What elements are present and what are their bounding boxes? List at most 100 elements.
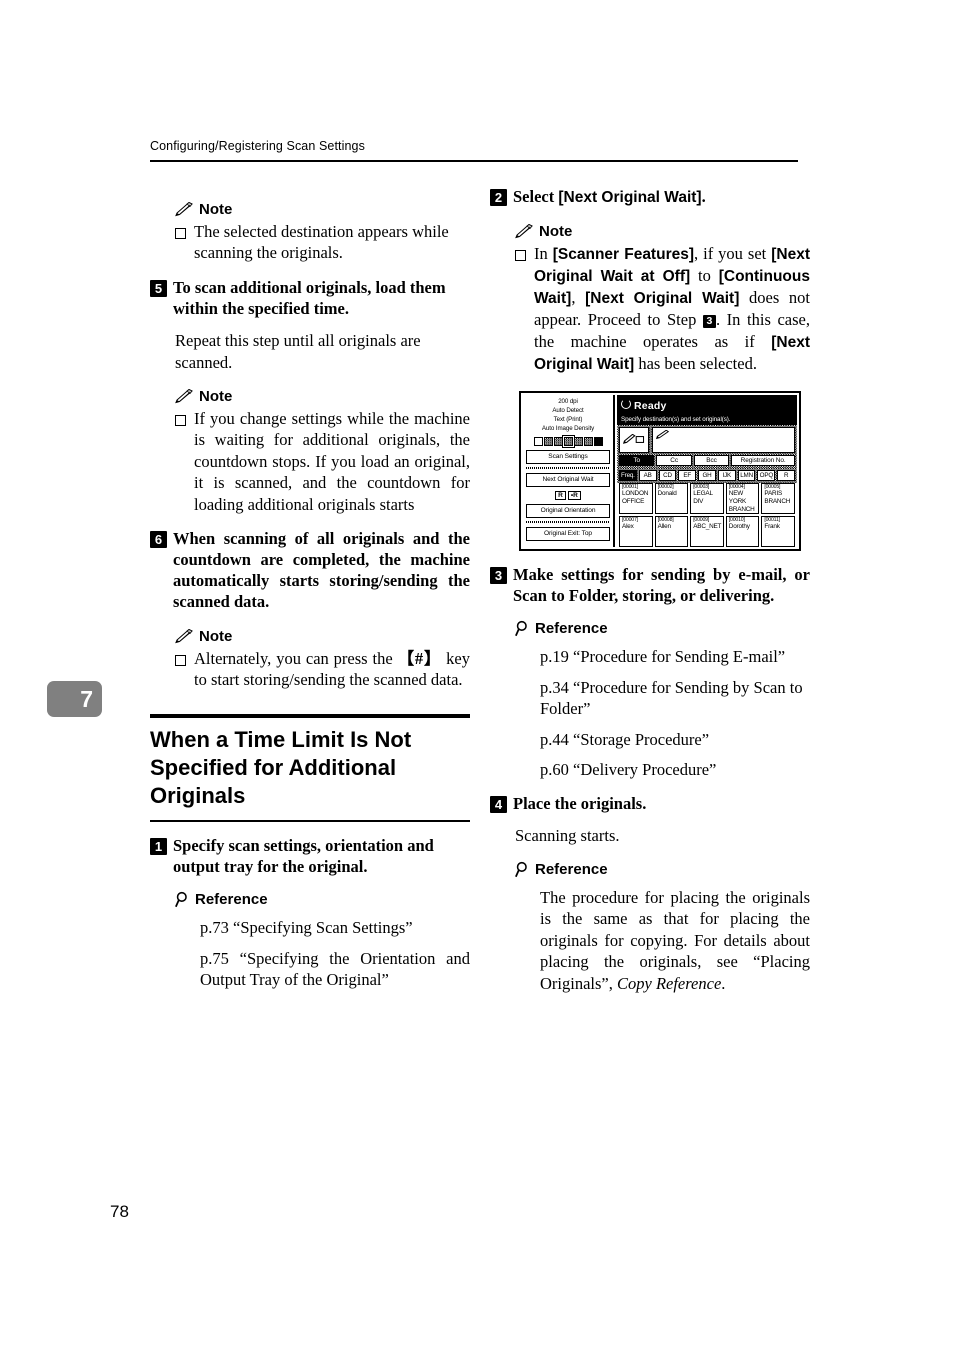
note-heading: Note <box>175 628 470 645</box>
density-step-5[interactable] <box>573 436 583 446</box>
note-label: Note <box>199 627 233 645</box>
bullet-box-icon <box>515 249 526 261</box>
lcd-inner: 200 dpi Auto Detect Text (Print) Auto Im… <box>523 394 797 547</box>
magnifier-icon <box>175 891 192 908</box>
note-item: Alternately, you can press the 【#】 key t… <box>175 648 470 691</box>
destination-input-field[interactable] <box>652 426 795 453</box>
address-cell[interactable]: [00011] Frank <box>761 515 795 547</box>
lcd-dest-area: To Cc Bcc Registration No. <box>617 424 797 468</box>
chapter-number: 7 <box>80 686 93 712</box>
destination-row <box>617 425 797 455</box>
density-scale[interactable] <box>526 434 610 448</box>
chapter-tab: 7 <box>47 681 102 717</box>
step-number: 3 <box>490 566 507 584</box>
lcd-main-panel: Ready Specify destination(s) and set ori… <box>617 394 797 547</box>
pencil-icon <box>515 223 534 239</box>
dest-tab-to[interactable]: To <box>619 454 655 466</box>
lcd-setting-image-density: Auto Image Density <box>541 424 595 432</box>
alpha-tab-ab[interactable]: AB <box>638 469 657 481</box>
original-exit-button[interactable]: Original Exit: Top <box>526 526 610 541</box>
ui-key-label: [Next Original Wait] <box>585 290 740 308</box>
pencil-icon <box>175 202 194 217</box>
left-column: Note The selected destination appears wh… <box>150 186 470 991</box>
note-item-text: In [Scanner Features], if you set [Next … <box>534 243 810 375</box>
address-name: Donald <box>657 490 677 498</box>
reference-line: The procedure for placing the originals … <box>540 887 810 994</box>
lcd-screenshot: 200 dpi Auto Detect Text (Print) Auto Im… <box>519 390 801 551</box>
scan-settings-button[interactable]: Scan Settings <box>526 449 610 464</box>
step-item-3: 3 Make settings for sending by e-mail, o… <box>490 564 810 606</box>
density-step-lightest[interactable] <box>533 436 543 446</box>
note-seg-e: to <box>690 265 719 285</box>
address-name: LONDON OFFICE <box>622 490 649 506</box>
note-seg-a: In <box>534 243 553 263</box>
dest-tab-bcc[interactable]: Bcc <box>693 454 730 466</box>
note-seg-m: has been selected. <box>634 353 757 373</box>
hash-key-label: 【#】 <box>397 648 442 668</box>
reference-label: Reference <box>195 891 268 909</box>
density-step-6[interactable] <box>583 436 593 446</box>
address-cell[interactable]: [00001] LONDON OFFICE <box>619 482 653 514</box>
step-text: Select [Next Original Wait]. <box>513 186 706 208</box>
alpha-tab-ef[interactable]: EF <box>678 469 697 481</box>
address-cell[interactable]: [00010] Dorothy <box>725 515 760 547</box>
step-number: 4 <box>490 796 507 814</box>
address-row: [00007] Alex [00008] Allen [00009] ABC_N… <box>619 515 795 547</box>
address-cell[interactable]: [00004] NEW YORK BRANCH <box>725 482 760 514</box>
alpha-tabs: Freq. AB CD EF GH IJK LMN OPQ R <box>617 467 797 483</box>
reference-line: p.44 “Storage Procedure” <box>540 729 710 749</box>
note-item: If you change settings while the machine… <box>175 408 470 515</box>
alpha-tab-gh[interactable]: GH <box>698 469 716 481</box>
orientation-icon-a: R <box>555 490 566 500</box>
note-item: In [Scanner Features], if you set [Next … <box>515 243 810 375</box>
address-name: ABC_NET <box>693 523 722 531</box>
note-seg-g: , <box>571 288 586 308</box>
dest-type-icon-button[interactable] <box>619 426 649 453</box>
address-cell[interactable]: [00005] PARIS BRANCH <box>761 482 795 514</box>
address-cell[interactable]: [00009] ABC_NET <box>690 515 724 547</box>
document-page: Configuring/Registering Scan Settings 7 … <box>0 0 954 1351</box>
running-head-text: Configuring/Registering Scan Settings <box>150 139 365 153</box>
address-cell[interactable]: [00008] Allen <box>654 515 689 547</box>
density-step-3[interactable] <box>553 436 563 446</box>
note-heading: Note <box>515 223 810 240</box>
reference-text-b: . <box>721 973 726 993</box>
step-text: Specify scan settings, orientation and o… <box>173 835 434 877</box>
address-cell[interactable]: [00007] Alex <box>619 515 653 547</box>
alpha-tab-r[interactable]: R <box>777 469 796 481</box>
address-row: [00001] LONDON OFFICE [00002] Donald [00… <box>619 482 795 514</box>
reference-line: p.73 “Specifying Scan Settings” <box>200 918 413 938</box>
step-text: Place the originals. <box>513 794 647 814</box>
address-cell[interactable]: [00003] LEGAL DIV <box>690 482 724 514</box>
density-step-2[interactable] <box>543 436 553 446</box>
address-name: Allen <box>657 523 671 531</box>
next-original-wait-button[interactable]: Next Original Wait <box>526 472 610 487</box>
density-step-selected[interactable] <box>561 434 575 448</box>
right-column: 2 Select [Next Original Wait]. Note In [… <box>490 186 810 994</box>
bullet-box-icon <box>175 654 186 666</box>
alpha-tab-lmn[interactable]: LMN <box>737 469 756 481</box>
note-item: The selected destination appears while s… <box>175 221 470 264</box>
alpha-tab-cd[interactable]: CD <box>658 469 677 481</box>
step-number: 1 <box>150 837 167 855</box>
address-name: Dorothy <box>728 523 750 531</box>
density-step-darkest[interactable] <box>593 436 603 446</box>
note-heading: Note <box>175 201 470 218</box>
lcd-status-title: Ready <box>634 399 667 412</box>
ui-key-label: [Next Original Wait] <box>558 189 702 206</box>
alpha-tab-freq[interactable]: Freq. <box>619 469 637 481</box>
reference-line: p.34 “Procedure for Sending by Scan to F… <box>540 677 803 719</box>
address-name: Alex <box>622 523 634 531</box>
note-label: Note <box>539 222 573 240</box>
dest-tab-registration-no[interactable]: Registration No. <box>731 454 796 466</box>
step-number: 5 <box>150 279 167 297</box>
original-orientation-button[interactable]: Original Orientation <box>526 503 610 518</box>
lcd-status-bar: Ready <box>617 394 797 416</box>
alpha-tab-ijk[interactable]: IJK <box>717 469 736 481</box>
dest-tab-cc[interactable]: Cc <box>656 454 692 466</box>
step-number: 2 <box>490 189 507 206</box>
step-text-suffix: . <box>701 187 706 206</box>
address-name: NEW YORK BRANCH <box>728 490 755 513</box>
alpha-tab-opq[interactable]: OPQ <box>757 469 776 481</box>
address-cell[interactable]: [00002] Donald <box>654 482 689 514</box>
